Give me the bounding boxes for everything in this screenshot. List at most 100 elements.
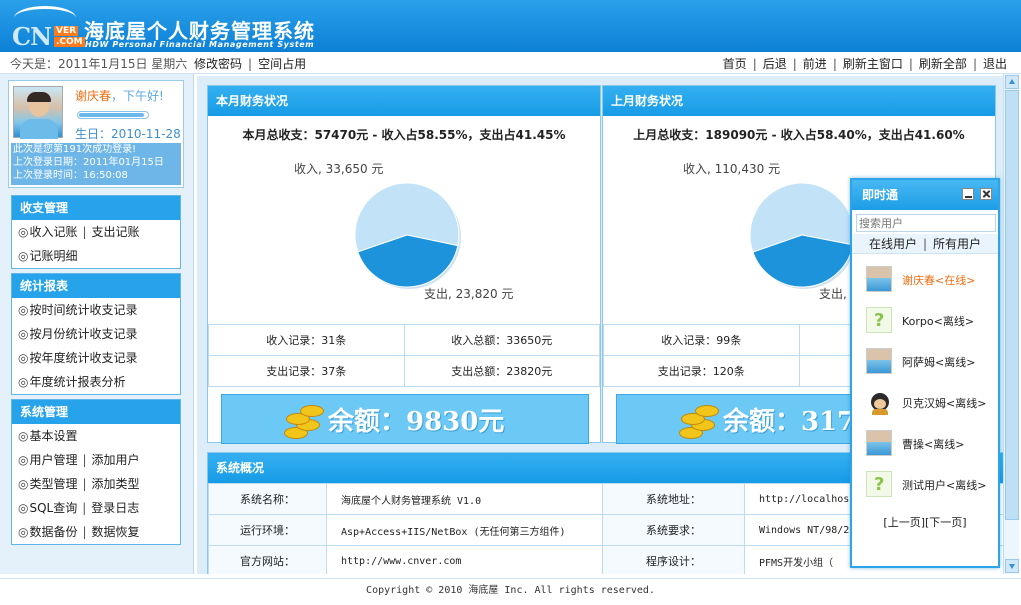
expense-entry-link[interactable]: 支出记账 <box>92 225 140 239</box>
im-title: 即时通 <box>862 188 899 202</box>
pie-expense-label: 支出, 23,820 元 <box>424 287 514 301</box>
report-by-month-link[interactable]: 按月份统计收支记录 <box>29 327 137 341</box>
login-count: 此次是您第191次成功登录! <box>13 144 137 155</box>
today-display: 今天是：2011年1月15日 星期六 <box>10 55 187 72</box>
menu-title: 系统管理 <box>12 400 180 424</box>
next-page-link[interactable]: [下一页] <box>925 516 967 529</box>
im-user-item[interactable]: Korpo<离线> <box>864 305 998 335</box>
income-entry-link[interactable]: 收入记账 <box>29 225 77 239</box>
system-name-value: 海底屋个人财务管理系统 V1.0 <box>326 483 603 515</box>
website-value[interactable]: http://www.cnver.com <box>326 545 603 574</box>
menu-income-expense: 收支管理 ◎收入记账 | 支出记账 ◎记账明细 <box>11 195 181 269</box>
menu-row: ◎记账明细 <box>18 249 78 263</box>
panel-title: 上月财务状况 <box>603 86 995 116</box>
copyright: Copyright © 2010 海底屋 Inc. All rights res… <box>366 585 655 596</box>
month-stats-table: 收入记录：31条 收入总额：33650元 支出记录：37条 支出总额：23820元 <box>208 324 600 387</box>
menu-row: ◎用户管理 | 添加用户 <box>18 453 140 467</box>
menu-row: ◎收入记账 | 支出记账 <box>18 225 140 239</box>
menu-title: 收支管理 <box>12 196 180 220</box>
menu-row: ◎基本设置 <box>18 429 78 443</box>
birthday: 生日：2010-11-28 <box>75 127 181 141</box>
menu-row: ◎SQL查询 | 登录日志 <box>18 501 140 515</box>
today-label: 今天是： <box>10 57 59 71</box>
main-scrollbar[interactable] <box>1003 74 1019 574</box>
menu-title: 统计报表 <box>12 274 180 298</box>
back-link[interactable]: 后退 <box>763 57 787 71</box>
login-info: 此次是您第191次成功登录! 上次登录日期：2011年01月15日 上次登录时间… <box>11 143 181 185</box>
user-avatar <box>866 266 892 292</box>
tab-online-users[interactable]: 在线用户 <box>869 237 917 251</box>
pie-chart-last-month <box>749 182 856 289</box>
im-user-item[interactable]: 谢庆春<在线> <box>864 264 998 294</box>
im-user-item[interactable]: 阿萨姆<离线> <box>864 346 998 376</box>
scroll-up-icon[interactable] <box>1005 75 1019 89</box>
im-user-name: 阿萨姆<离线> <box>902 356 976 369</box>
month-summary: 本月总收支：57470元 - 收入占58.55%，支出占41.45% <box>242 128 566 142</box>
balance-amount: 余额：317 <box>723 407 856 437</box>
add-user-link[interactable]: 添加用户 <box>92 453 140 467</box>
greeting: 谢庆春，下午好! <box>75 87 164 104</box>
refresh-all-link[interactable]: 刷新全部 <box>919 57 967 71</box>
user-management-link[interactable]: 用户管理 <box>29 453 77 467</box>
menu-reports: 统计报表 ◎按时间统计收支记录 ◎按月份统计收支记录 ◎按年度统计收支记录 ◎年… <box>11 273 181 395</box>
im-user-item[interactable]: 测试用户<离线> <box>864 469 998 499</box>
logout-link[interactable]: 退出 <box>983 57 1007 71</box>
runtime-label: 运行环境： <box>208 514 327 546</box>
user-name: 谢庆春 <box>75 89 112 103</box>
login-log-link[interactable]: 登录日志 <box>91 501 139 515</box>
prev-page-link[interactable]: [上一页] <box>883 516 925 529</box>
add-type-link[interactable]: 添加类型 <box>92 477 140 491</box>
scroll-thumb[interactable] <box>1005 90 1019 520</box>
im-user-name: 曹操<离线> <box>902 438 965 451</box>
im-user-item[interactable]: 贝克汉姆<离线> <box>864 387 998 417</box>
data-restore-link[interactable]: 数据恢复 <box>92 525 140 539</box>
system-url-label: 系统地址： <box>602 483 745 515</box>
nav-links: 首页 | 后退 | 前进 | 刷新主窗口 | 刷新全部 | 退出 <box>722 57 1007 71</box>
home-link[interactable]: 首页 <box>723 57 747 71</box>
report-by-year-link[interactable]: 按年度统计收支记录 <box>29 351 137 365</box>
account-links: 修改密码 | 空间占用 <box>194 57 307 71</box>
forward-link[interactable]: 前进 <box>803 57 827 71</box>
menu-row: ◎年度统计报表分析 <box>18 375 126 389</box>
user-progress-bar <box>77 111 149 119</box>
im-user-name: 测试用户<离线> <box>902 479 987 492</box>
refresh-main-link[interactable]: 刷新主窗口 <box>843 57 903 71</box>
change-password-link[interactable]: 修改密码 <box>194 57 242 71</box>
panel-title: 本月财务状况 <box>208 86 600 116</box>
im-tabs: 在线用户 | 所有用户 <box>852 234 998 254</box>
menu-system: 系统管理 ◎基本设置 ◎用户管理 | 添加用户 ◎类型管理 | 添加类型 ◎SQL查询 |… <box>11 399 181 545</box>
minimize-icon[interactable] <box>962 188 974 200</box>
expense-total: 支出总额：23820元 <box>403 355 600 387</box>
pie-expense-label: 支出, <box>819 287 847 301</box>
pie-chart-this-month <box>354 182 461 289</box>
space-usage-link[interactable]: 空间占用 <box>258 57 306 71</box>
annual-analysis-link[interactable]: 年度统计报表分析 <box>29 375 125 389</box>
greeting-suffix: ，下午好! <box>111 89 164 103</box>
coins-icon <box>677 401 721 441</box>
user-search-input[interactable] <box>856 214 996 232</box>
table-row: 支出记录：37条 支出总额：23820元 <box>208 355 600 387</box>
menu-row: ◎按时间统计收支记录 <box>18 303 138 317</box>
expense-count: 支出记录：37条 <box>208 355 405 387</box>
close-icon[interactable] <box>980 188 992 200</box>
data-backup-link[interactable]: 数据备份 <box>29 525 77 539</box>
report-by-time-link[interactable]: 按时间统计收支记录 <box>29 303 137 317</box>
sql-query-link[interactable]: SQL查询 <box>29 501 77 515</box>
ledger-detail-link[interactable]: 记账明细 <box>29 249 77 263</box>
type-management-link[interactable]: 类型管理 <box>29 477 77 491</box>
tab-all-users[interactable]: 所有用户 <box>933 237 981 251</box>
im-user-item[interactable]: 曹操<离线> <box>864 428 998 458</box>
runtime-value: Asp+Access+IIS/NetBox (无任何第三方组件) <box>326 514 603 546</box>
this-month-panel: 本月财务状况 本月总收支：57470元 - 收入占58.55%，支出占41.45… <box>207 85 601 444</box>
basic-settings-link[interactable]: 基本设置 <box>29 429 77 443</box>
expense-count: 支出记录：120条 <box>603 355 800 387</box>
footer: Copyright © 2010 海底屋 Inc. All rights res… <box>0 578 1021 605</box>
app-header: CN VER .COM 海底屋个人财务管理系统 HDW Personal Fin… <box>0 0 1021 52</box>
app-subtitle: HDW Personal Financial Management System <box>85 40 315 49</box>
scroll-down-icon[interactable] <box>1005 559 1019 573</box>
last-login-date: 上次登录日期：2011年01月15日 <box>13 157 164 168</box>
website-label: 官方网站： <box>208 545 327 574</box>
menu-row: ◎按年度统计收支记录 <box>18 351 138 365</box>
im-pager: [上一页][下一页] <box>852 514 998 530</box>
logo-com: .COM <box>54 37 85 47</box>
